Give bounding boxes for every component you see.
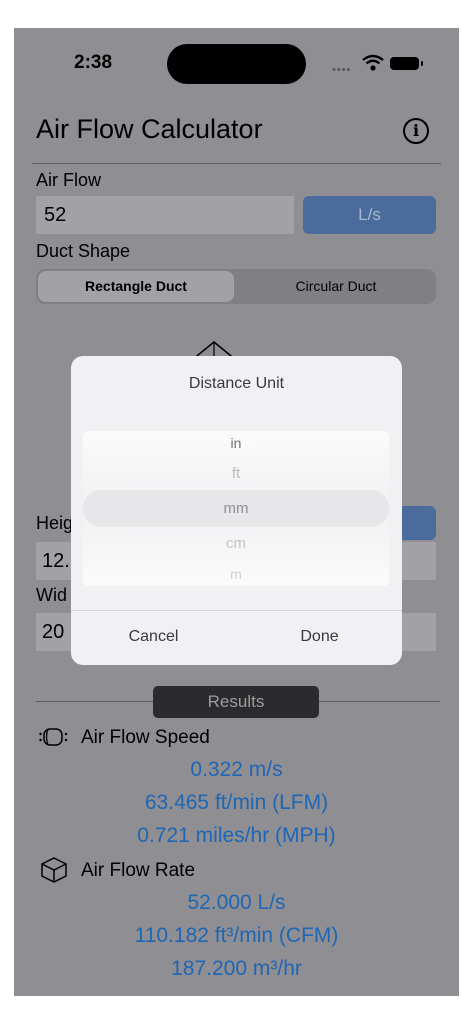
- dynamic-island: [167, 44, 306, 84]
- rate-result-ls: 52.000 L/s: [187, 891, 286, 914]
- dialog-title: Distance Unit: [188, 375, 285, 392]
- picker-option-mm[interactable]: mm: [83, 500, 389, 517]
- header-divider: [32, 163, 441, 164]
- height-value: 12.: [42, 550, 70, 572]
- info-icon[interactable]: i: [403, 118, 429, 144]
- duct-shape-segmented-control: Rectangle Duct Circular Duct: [36, 269, 436, 304]
- height-label: Heig: [36, 513, 74, 533]
- speed-result-mph: 0.721 miles/hr (MPH): [137, 824, 336, 847]
- width-label: Wid: [36, 585, 67, 605]
- speed-result-ms: 0.322 m/s: [190, 758, 283, 781]
- air-flow-input[interactable]: 52: [36, 196, 294, 234]
- done-button[interactable]: Done: [237, 628, 402, 646]
- air-flow-unit-button[interactable]: L/s: [303, 196, 436, 234]
- picker-option-ft[interactable]: ft: [83, 465, 389, 482]
- battery-icon: [390, 57, 423, 70]
- distance-unit-picker[interactable]: in ft mm cm m: [83, 431, 389, 586]
- picker-option-cm[interactable]: cm: [83, 535, 389, 552]
- cancel-button[interactable]: Cancel: [71, 628, 236, 646]
- wifi-icon: [362, 54, 384, 77]
- picker-option-m[interactable]: m: [83, 566, 389, 582]
- distance-unit-dialog: Distance Unit in ft mm cm m Cancel Done: [71, 356, 402, 665]
- speed-result-lfm: 63.465 ft/min (LFM): [144, 791, 329, 814]
- rate-result-m3hr: 187.200 m³/hr: [171, 957, 302, 980]
- duct-shape-label: Duct Shape: [36, 241, 131, 261]
- picker-option-in[interactable]: in: [83, 435, 389, 451]
- circular-duct-segment[interactable]: Circular Duct: [238, 271, 434, 302]
- screen: 2:38 •••• Air Flow Calculator i Air Flow…: [14, 28, 459, 996]
- page-title: Air Flow Calculator: [36, 114, 263, 144]
- rectangle-duct-segment[interactable]: Rectangle Duct: [38, 271, 234, 302]
- air-flow-speed-icon: [38, 725, 70, 754]
- air-flow-speed-title: Air Flow Speed: [81, 727, 210, 748]
- status-time: 2:38: [74, 52, 113, 73]
- results-badge: Results: [153, 686, 319, 718]
- air-flow-rate-title: Air Flow Rate: [81, 860, 196, 881]
- cellular-signal-icon: ••••: [332, 64, 352, 76]
- air-flow-label: Air Flow: [36, 170, 102, 190]
- width-value: 20: [42, 621, 65, 643]
- rate-result-cfm: 110.182 ft³/min (CFM): [134, 924, 339, 947]
- cube-icon: [40, 856, 68, 889]
- dialog-divider: [71, 610, 402, 611]
